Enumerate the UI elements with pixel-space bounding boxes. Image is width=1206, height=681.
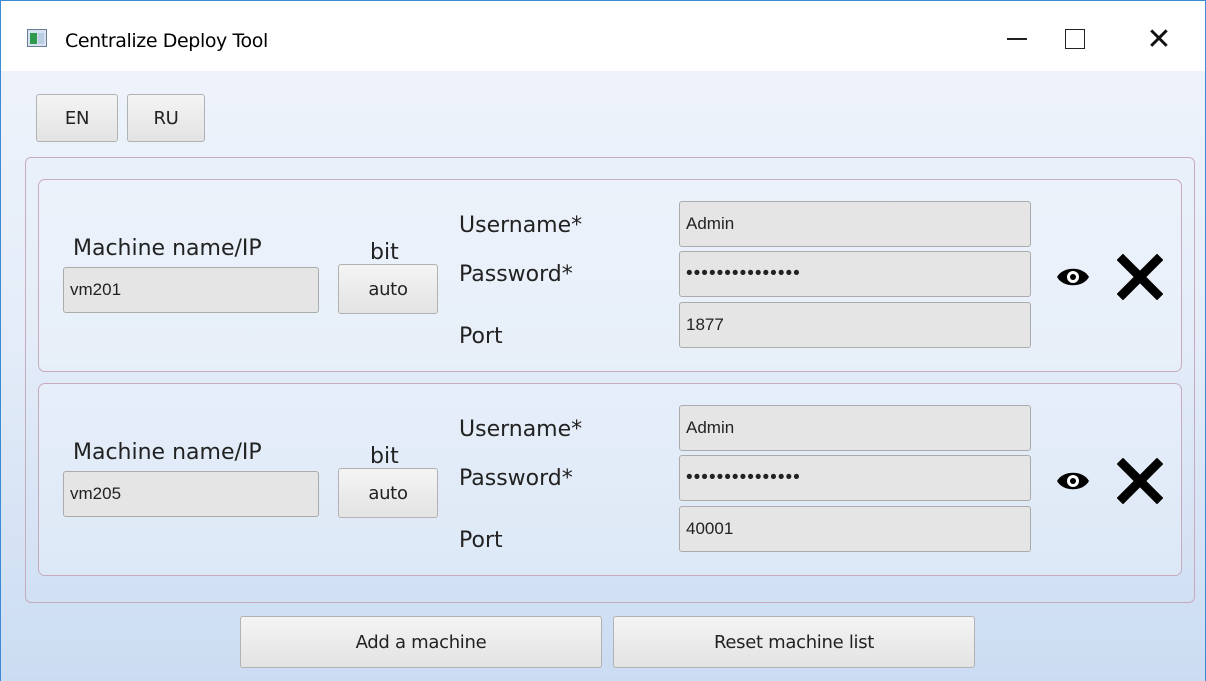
maximize-icon (1065, 29, 1085, 49)
port-label: Port (459, 324, 503, 349)
password-input[interactable]: ••••••••••••••• (679, 251, 1031, 297)
password-label: Password* (459, 262, 573, 287)
window-title: Centralize Deploy Tool (65, 30, 268, 52)
bit-auto-button[interactable]: auto (338, 264, 438, 314)
machine-card: Machine name/IP vm201 bit auto Username*… (38, 179, 1182, 372)
minimize-icon (1007, 38, 1027, 40)
machine-name-label: Machine name/IP (73, 236, 262, 261)
close-button[interactable]: ✕ (1125, 15, 1193, 63)
password-input[interactable]: ••••••••••••••• (679, 455, 1031, 501)
username-input[interactable]: Admin (679, 405, 1031, 451)
machine-list: Machine name/IP vm201 bit auto Username*… (25, 157, 1195, 603)
username-label: Username* (459, 213, 583, 238)
port-input[interactable]: 1877 (679, 302, 1031, 348)
machine-name-input[interactable]: vm205 (63, 471, 319, 517)
language-ru-button[interactable]: RU (127, 94, 205, 142)
remove-machine-x-icon[interactable] (1117, 458, 1163, 504)
eye-icon[interactable] (1055, 264, 1091, 290)
eye-icon[interactable] (1055, 468, 1091, 494)
bit-auto-button[interactable]: auto (338, 468, 438, 518)
bit-label: bit (370, 444, 399, 469)
machine-name-label: Machine name/IP (73, 440, 262, 465)
title-bar[interactable]: Centralize Deploy Tool ✕ (1, 1, 1205, 71)
add-machine-button[interactable]: Add a machine (240, 616, 602, 668)
password-label: Password* (459, 466, 573, 491)
port-input[interactable]: 40001 (679, 506, 1031, 552)
username-input[interactable]: Admin (679, 201, 1031, 247)
port-label: Port (459, 528, 503, 553)
bit-label: bit (370, 240, 399, 265)
close-icon: ✕ (1146, 21, 1172, 57)
client-area: EN RU Machine name/IP vm201 bit auto Use… (1, 71, 1205, 681)
maximize-button[interactable] (1041, 15, 1109, 63)
remove-machine-x-icon[interactable] (1117, 254, 1163, 300)
reset-machine-list-button[interactable]: Reset machine list (613, 616, 975, 668)
username-label: Username* (459, 417, 583, 442)
machine-card: Machine name/IP vm205 bit auto Username*… (38, 383, 1182, 576)
machine-name-input[interactable]: vm201 (63, 267, 319, 313)
language-en-button[interactable]: EN (36, 94, 118, 142)
app-window: Centralize Deploy Tool ✕ EN RU Machine n… (0, 0, 1206, 681)
app-icon (27, 29, 47, 47)
